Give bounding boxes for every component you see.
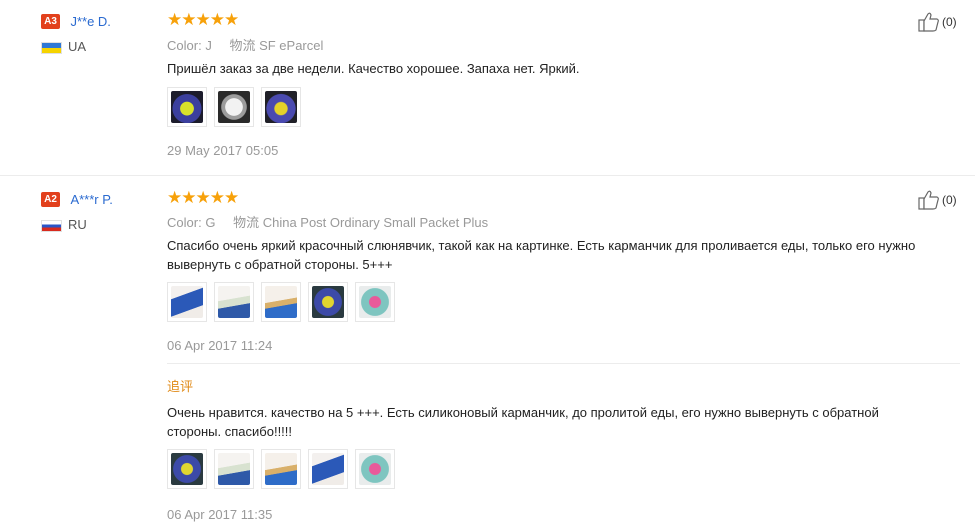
like-count: (0) <box>942 15 957 29</box>
review-photo-thumbnail[interactable] <box>261 282 301 322</box>
shipping-label: 物流 <box>233 215 260 230</box>
color-label: Color: <box>167 38 202 53</box>
like-count: (0) <box>942 193 957 207</box>
review-text: Спасибо очень яркий красочный слюнявчик,… <box>167 238 916 272</box>
review-date: 06 Apr 2017 11:24 <box>167 338 273 353</box>
flag-ua-icon <box>41 41 62 54</box>
order-info: Color: J 物流 SF eParcel <box>167 35 323 54</box>
like-button[interactable]: (0) <box>918 190 957 210</box>
review-photo-thumbnail[interactable] <box>214 87 254 127</box>
bib-photo-image <box>312 453 344 485</box>
color-label: Color: <box>167 215 202 230</box>
review-item: A3 J**e D. UA ★★★★★ Color: J 物流 SF eParc… <box>0 0 975 176</box>
reviewer-country: UA <box>41 39 86 54</box>
thumbs-up-icon <box>918 12 939 32</box>
thumbs-up-icon <box>918 190 939 210</box>
shipping-value: SF eParcel <box>259 38 324 53</box>
review-photo-thumbnail[interactable] <box>355 282 395 322</box>
followup-photo-thumbnail[interactable] <box>308 449 348 489</box>
review-date: 29 May 2017 05:05 <box>167 143 279 158</box>
followup-date: 06 Apr 2017 11:35 <box>167 507 273 522</box>
reviewer-country: RU <box>41 217 87 232</box>
followup-divider <box>167 363 960 364</box>
country-code: UA <box>68 39 87 54</box>
review-text: Пришёл заказ за две недели. Качество хор… <box>167 61 580 76</box>
reviewer-name[interactable]: J**e D. <box>70 14 110 29</box>
buyer-level-badge: A2 <box>41 192 60 208</box>
followup-photos <box>167 449 402 489</box>
review-item: A2 A***r P. RU ★★★★★ Color: G 物流 China P… <box>0 176 975 530</box>
review-photo-thumbnail[interactable] <box>167 282 207 322</box>
country-code: RU <box>68 217 87 232</box>
shipping-value: China Post Ordinary Small Packet Plus <box>262 215 489 230</box>
followup-photo-thumbnail[interactable] <box>261 449 301 489</box>
color-value: G <box>205 215 216 230</box>
bib-photo-image <box>171 286 203 318</box>
review-photo-thumbnail[interactable] <box>167 87 207 127</box>
flag-ru-icon <box>41 219 62 232</box>
followup-label: 追评 <box>167 379 194 394</box>
bib-photo-image <box>265 286 297 318</box>
reviewer-name[interactable]: A***r P. <box>70 192 112 207</box>
color-value: J <box>205 38 212 53</box>
bib-photo-image <box>218 91 250 123</box>
review-photos <box>167 87 308 127</box>
reviewer-info: A3 J**e D. <box>41 13 111 31</box>
shipping-label: 物流 <box>229 38 256 53</box>
star-rating: ★★★★★ <box>167 10 239 29</box>
review-photos <box>167 282 402 322</box>
bib-photo-image <box>265 453 297 485</box>
followup-photo-thumbnail[interactable] <box>167 449 207 489</box>
bib-photo-image <box>171 453 203 485</box>
like-button[interactable]: (0) <box>918 12 957 32</box>
followup-photo-thumbnail[interactable] <box>355 449 395 489</box>
review-photo-thumbnail[interactable] <box>214 282 254 322</box>
bib-photo-image <box>218 286 250 318</box>
bib-photo-image <box>312 286 344 318</box>
bib-photo-image <box>359 453 391 485</box>
bib-photo-image <box>359 286 391 318</box>
star-rating: ★★★★★ <box>167 188 239 207</box>
review-photo-thumbnail[interactable] <box>308 282 348 322</box>
bib-photo-image <box>218 453 250 485</box>
review-photo-thumbnail[interactable] <box>261 87 301 127</box>
buyer-level-badge: A3 <box>41 14 60 30</box>
order-info: Color: G 物流 China Post Ordinary Small Pa… <box>167 212 488 231</box>
followup-photo-thumbnail[interactable] <box>214 449 254 489</box>
bib-photo-image <box>265 91 297 123</box>
bib-photo-image <box>171 91 203 123</box>
reviewer-info: A2 A***r P. <box>41 191 113 209</box>
followup-text: Очень нравится. качество на 5 +++. Есть … <box>167 405 879 439</box>
